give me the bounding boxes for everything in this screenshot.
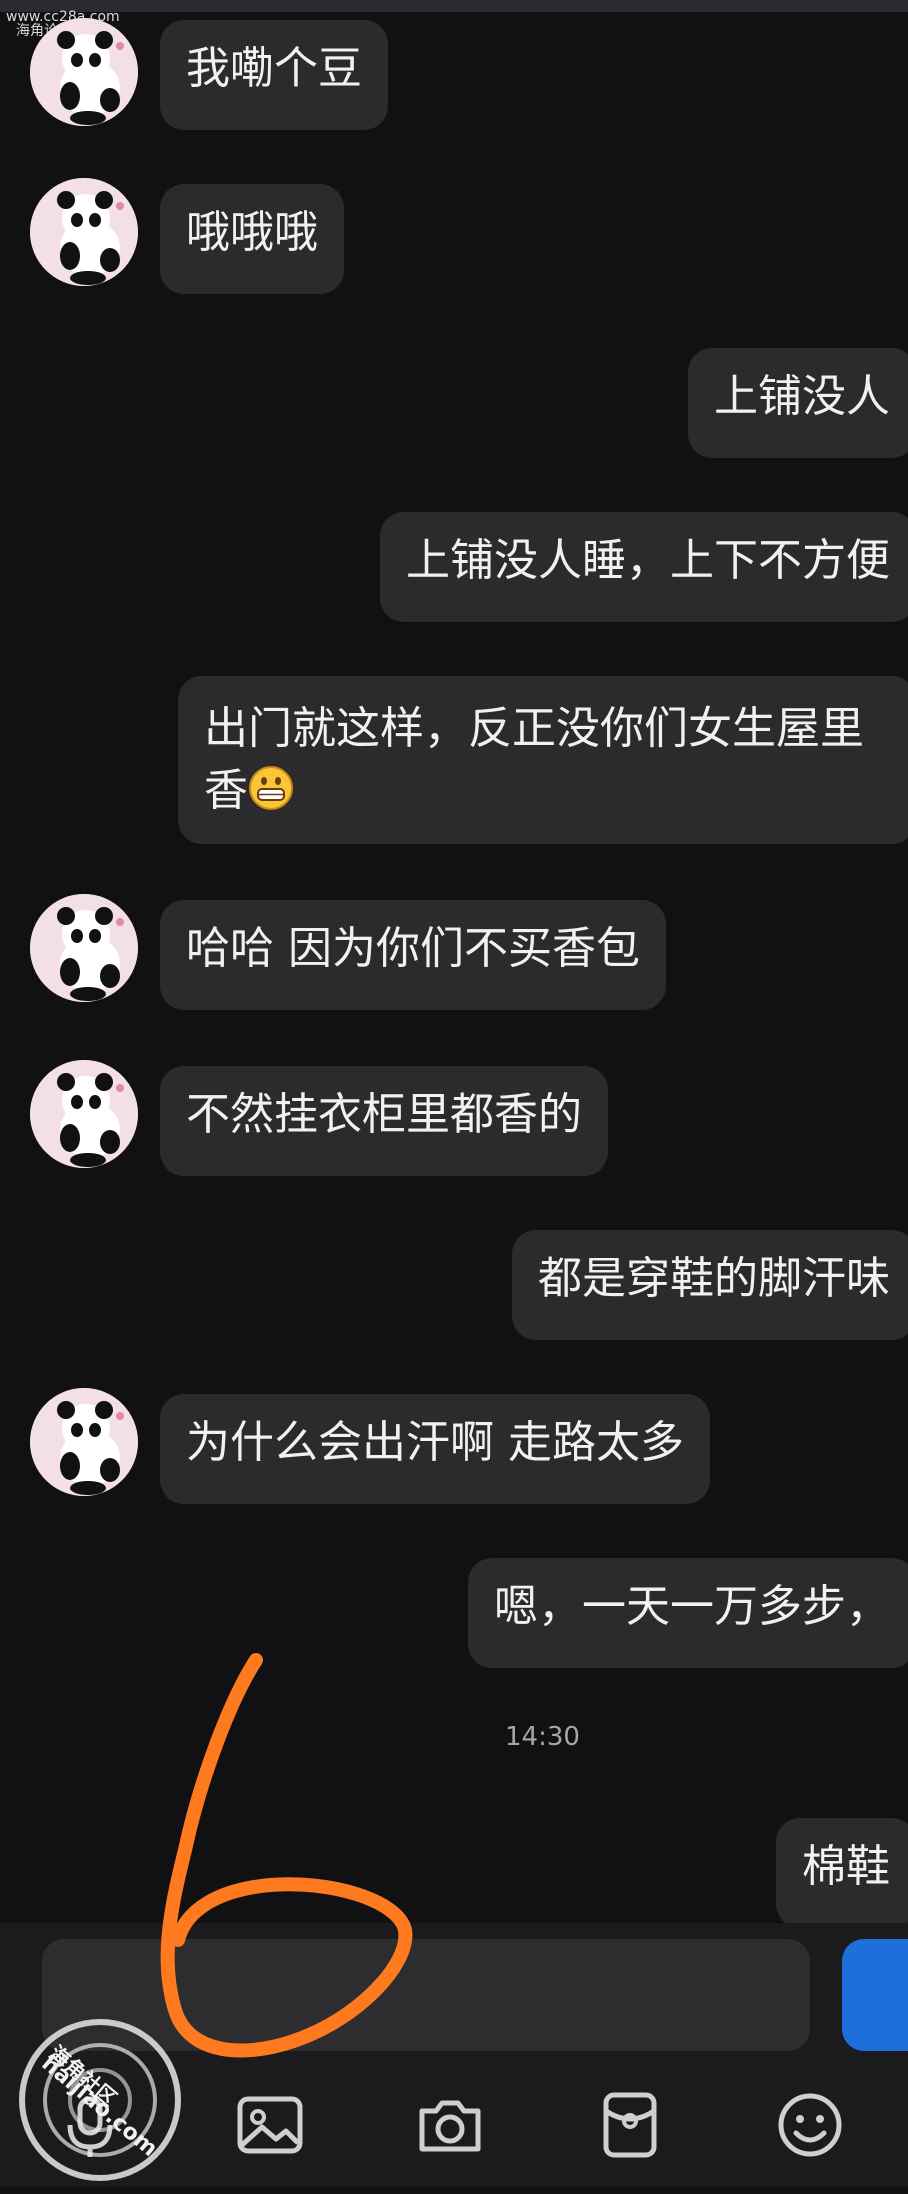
message-bubble[interactable]: 棉鞋 xyxy=(776,1818,908,1928)
watermark-stamp: 海角社区 haijiao.com xyxy=(0,1990,200,2190)
message-timestamp: 14:30 xyxy=(505,1722,580,1752)
avatar[interactable] xyxy=(30,894,138,1002)
avatar[interactable] xyxy=(30,1060,138,1168)
message-bubble[interactable]: 上铺没人 xyxy=(688,348,908,458)
message-bubble[interactable]: 上铺没人睡，上下不方便 xyxy=(380,512,908,622)
emoji-icon[interactable] xyxy=(770,2085,850,2165)
grinning-face-emoji-icon xyxy=(248,765,294,811)
message-line: 出门就这样，反正没你们女生屋里 xyxy=(204,703,864,754)
message-bubble[interactable]: 不然挂衣柜里都香的 xyxy=(160,1066,608,1176)
status-bar xyxy=(0,0,908,12)
avatar[interactable] xyxy=(30,1388,138,1496)
message-bubble[interactable]: 为什么会出汗啊 走路太多 xyxy=(160,1394,710,1504)
send-button[interactable] xyxy=(842,1939,908,2051)
message-bubble[interactable]: 都是穿鞋的脚汗味 xyxy=(512,1230,908,1340)
message-line: 香 xyxy=(204,765,248,816)
message-bubble[interactable]: 出门就这样，反正没你们女生屋里 香 xyxy=(178,676,908,844)
red-packet-icon[interactable] xyxy=(590,2085,670,2165)
message-bubble[interactable]: 我嘞个豆 xyxy=(160,20,388,130)
avatar[interactable] xyxy=(30,178,138,286)
message-bubble[interactable]: 哦哦哦 xyxy=(160,184,344,294)
image-icon[interactable] xyxy=(230,2085,310,2165)
message-bubble[interactable]: 嗯，一天一万多步， xyxy=(468,1558,908,1668)
avatar[interactable] xyxy=(30,18,138,126)
message-bubble[interactable]: 哈哈 因为你们不买香包 xyxy=(160,900,666,1010)
camera-icon[interactable] xyxy=(410,2085,490,2165)
